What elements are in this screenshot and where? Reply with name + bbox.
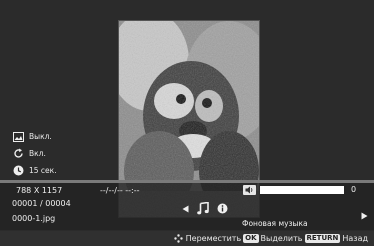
triangle-right-icon[interactable] — [361, 205, 368, 224]
info-bar-divider — [0, 180, 374, 183]
dpad-icon — [173, 234, 183, 243]
filename-text: 0000-1.jpg — [12, 214, 56, 223]
help-bar: Переместить OK Выделить RETURN Назад — [0, 231, 374, 246]
clock-icon — [12, 165, 24, 177]
datetime-text: --/--/-- --:-- — [100, 186, 140, 195]
speaker-icon[interactable] — [243, 185, 256, 195]
repeat-icon — [12, 148, 24, 160]
interval-setting: 15 сек. — [12, 162, 92, 179]
repeat-value: Вкл. — [29, 149, 46, 158]
help-back: Назад — [342, 234, 368, 243]
info-icon[interactable] — [217, 203, 228, 214]
repeat-setting: Вкл. — [12, 145, 92, 162]
bg-music-label: Фоновая музыка — [242, 219, 308, 228]
resolution-text: 788 X 1157 — [16, 186, 63, 195]
ok-key[interactable]: OK — [243, 234, 259, 243]
return-key[interactable]: RETURN — [304, 234, 341, 243]
effect-value: Выкл. — [29, 132, 52, 141]
music-controls — [182, 202, 236, 215]
slideshow-settings: Выкл. Вкл. 15 сек. — [12, 128, 92, 179]
volume-value: 0 — [351, 185, 357, 194]
help-select: Выделить — [260, 234, 303, 243]
triangle-left-icon[interactable] — [182, 205, 189, 213]
volume-slider[interactable] — [260, 186, 344, 194]
file-index-text: 00001 / 00004 — [12, 199, 71, 208]
effect-setting: Выкл. — [12, 128, 92, 145]
help-move: Переместить — [185, 234, 242, 243]
interval-value: 15 сек. — [29, 166, 57, 175]
music-note-icon[interactable] — [197, 202, 209, 215]
picture-effect-icon — [12, 131, 24, 143]
slideshow-screen: Выкл. Вкл. 15 сек. 788 X 1157 --/--/-- -… — [0, 0, 374, 246]
